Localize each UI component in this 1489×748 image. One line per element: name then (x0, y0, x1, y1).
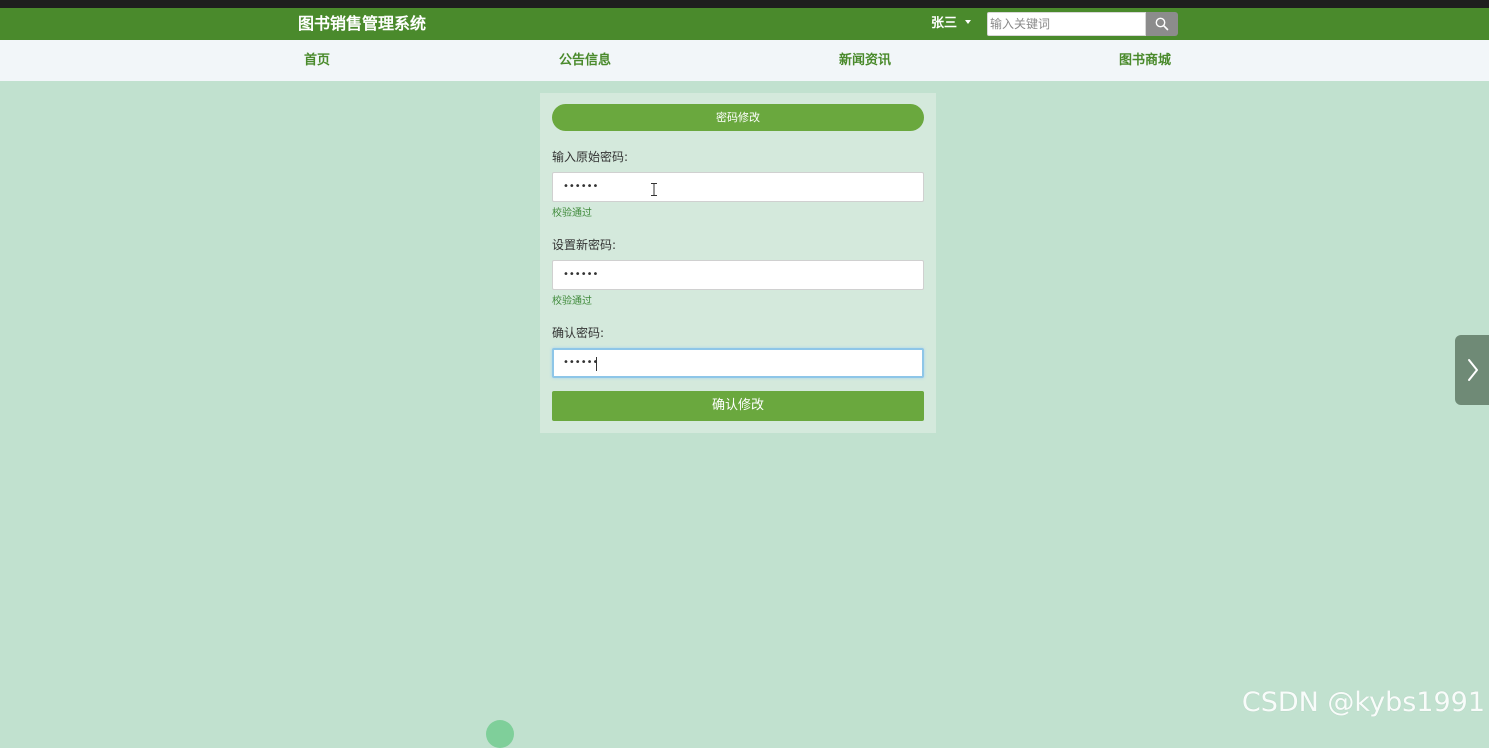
watermark: CSDN @kybs1991 (1241, 687, 1485, 718)
site-title: 图书销售管理系统 (298, 14, 427, 33)
search-button[interactable] (1146, 12, 1178, 36)
text-cursor-icon (651, 183, 657, 196)
old-password-label: 输入原始密码: (552, 150, 629, 164)
confirm-password-label: 确认密码: (552, 326, 605, 340)
input-caret (596, 357, 597, 371)
search-icon (1155, 17, 1169, 31)
new-password-label: 设置新密码: (552, 238, 617, 252)
nav-item-home[interactable]: 首页 (304, 52, 330, 70)
panel-title: 密码修改 (552, 104, 924, 131)
window-top-strip (0, 0, 1489, 8)
confirm-password-value: •••••• (563, 357, 599, 368)
nav-item-bookstore[interactable]: 图书商城 (1119, 52, 1171, 70)
main-nav: 首页 公告信息 新闻资讯 图书商城 (0, 40, 1489, 81)
password-change-panel: 密码修改 输入原始密码: •••••• 校验通过 设置新密码: •••••• 校… (540, 93, 936, 433)
confirm-password-field[interactable]: •••••• (552, 348, 924, 378)
site-header: 图书销售管理系统 张三 (0, 8, 1489, 40)
old-password-validation: 校验通过 (552, 208, 592, 219)
new-password-validation: 校验通过 (552, 296, 592, 307)
next-page-button[interactable] (1455, 335, 1489, 405)
old-password-field[interactable]: •••••• (552, 172, 924, 202)
floating-action-ball[interactable] (486, 720, 514, 748)
user-menu[interactable]: 张三 (931, 15, 972, 33)
new-password-field[interactable]: •••••• (552, 260, 924, 290)
nav-item-news[interactable]: 新闻资讯 (839, 52, 891, 70)
nav-item-announcements[interactable]: 公告信息 (559, 52, 611, 70)
caret-down-icon (965, 19, 972, 24)
confirm-change-button[interactable]: 确认修改 (552, 391, 924, 421)
user-name: 张三 (931, 16, 958, 31)
new-password-value: •••••• (563, 269, 599, 280)
search-input[interactable] (987, 12, 1146, 36)
old-password-value: •••••• (563, 181, 599, 192)
chevron-right-icon (1468, 359, 1478, 381)
